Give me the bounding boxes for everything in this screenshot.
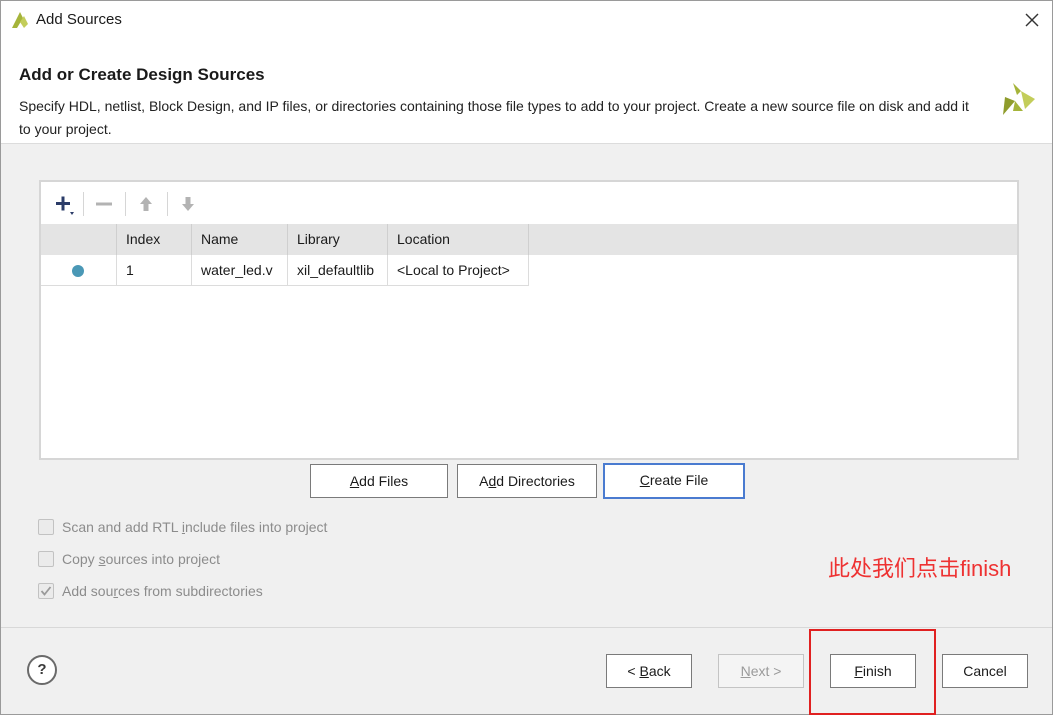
footer-divider [1, 627, 1052, 628]
mnemonic: B [639, 663, 649, 679]
toolbar-separator [83, 192, 84, 216]
remove-source-button[interactable] [89, 190, 119, 218]
vivado-logo-icon [12, 12, 28, 28]
label-text: d Directories [496, 473, 575, 489]
label-text: dd Files [359, 473, 409, 489]
header-panel: Add or Create Design Sources Specify HDL… [1, 39, 1052, 144]
column-header-location[interactable]: Location [388, 224, 529, 255]
row-index-cell: 1 [117, 255, 192, 286]
annotation-highlight-box [809, 629, 936, 715]
column-header-index[interactable]: Index [117, 224, 192, 255]
label-prefix: Copy [62, 551, 99, 567]
table-toolbar [41, 182, 1017, 224]
label-prefix: Add sou [62, 583, 114, 599]
label-text: nclude files into project [185, 519, 328, 535]
plus-icon [56, 196, 74, 215]
table-header: Index Name Library Location [41, 224, 1017, 255]
checkbox-checked[interactable] [38, 583, 54, 599]
page-description: Specify HDL, netlist, Block Design, and … [19, 98, 969, 137]
option-label: Add sources from subdirectories [62, 583, 263, 599]
title-bar: Add Sources [1, 1, 1052, 39]
column-header-name[interactable]: Name [192, 224, 288, 255]
sources-table-panel: Index Name Library Location 1 water_led.… [39, 180, 1019, 460]
row-location-cell: <Local to Project> [388, 255, 529, 286]
row-library-cell: xil_defaultlib [288, 255, 388, 286]
close-button[interactable] [1018, 7, 1046, 33]
add-directories-button[interactable]: Add Directories [457, 464, 597, 498]
create-file-button[interactable]: Create File [603, 463, 745, 499]
label-prefix: < [627, 663, 640, 679]
checkmark-icon [40, 586, 52, 596]
window-title: Add Sources [36, 11, 122, 28]
label-prefix: Scan and add RTL [62, 519, 182, 535]
close-icon [1025, 13, 1039, 27]
row-status-cell [41, 255, 117, 286]
label-text: reate File [649, 472, 709, 488]
move-up-button[interactable] [131, 190, 161, 218]
toolbar-separator [167, 192, 168, 216]
add-source-button[interactable] [47, 190, 77, 218]
label-text: ources into project [105, 551, 220, 567]
option-label: Scan and add RTL include files into proj… [62, 519, 327, 535]
add-sources-dialog: Add Sources Add or Create Design Sources… [0, 0, 1053, 715]
mnemonic: s [98, 551, 106, 567]
label-text: ack [648, 663, 671, 679]
checkbox[interactable] [38, 519, 54, 535]
arrow-up-icon [140, 197, 152, 211]
label-text: ces from subdirectories [118, 583, 263, 599]
page-title: Add or Create Design Sources [19, 65, 265, 84]
mnemonic: C [639, 472, 650, 488]
mnemonic: A [349, 473, 360, 489]
arrow-down-icon [182, 197, 194, 211]
column-header-status[interactable] [41, 224, 117, 255]
minus-icon [96, 202, 112, 206]
help-button[interactable]: ? [27, 655, 57, 685]
annotation-text: 此处我们点击finish [828, 556, 1012, 581]
move-down-button[interactable] [173, 190, 203, 218]
status-dot-icon [72, 265, 84, 277]
column-header-library[interactable]: Library [288, 224, 388, 255]
mnemonic: N [740, 663, 751, 679]
back-button[interactable]: < Back [606, 654, 692, 688]
toolbar-separator [125, 192, 126, 216]
vivado-logo-icon [1003, 83, 1035, 115]
add-files-button[interactable]: Add Files [310, 464, 448, 498]
checkbox[interactable] [38, 551, 54, 567]
cancel-button[interactable]: Cancel [942, 654, 1028, 688]
next-button[interactable]: Next > [718, 654, 804, 688]
row-name-cell: water_led.v [192, 255, 288, 286]
label-text: ext > [750, 663, 782, 679]
option-label: Copy sources into project [62, 551, 220, 567]
